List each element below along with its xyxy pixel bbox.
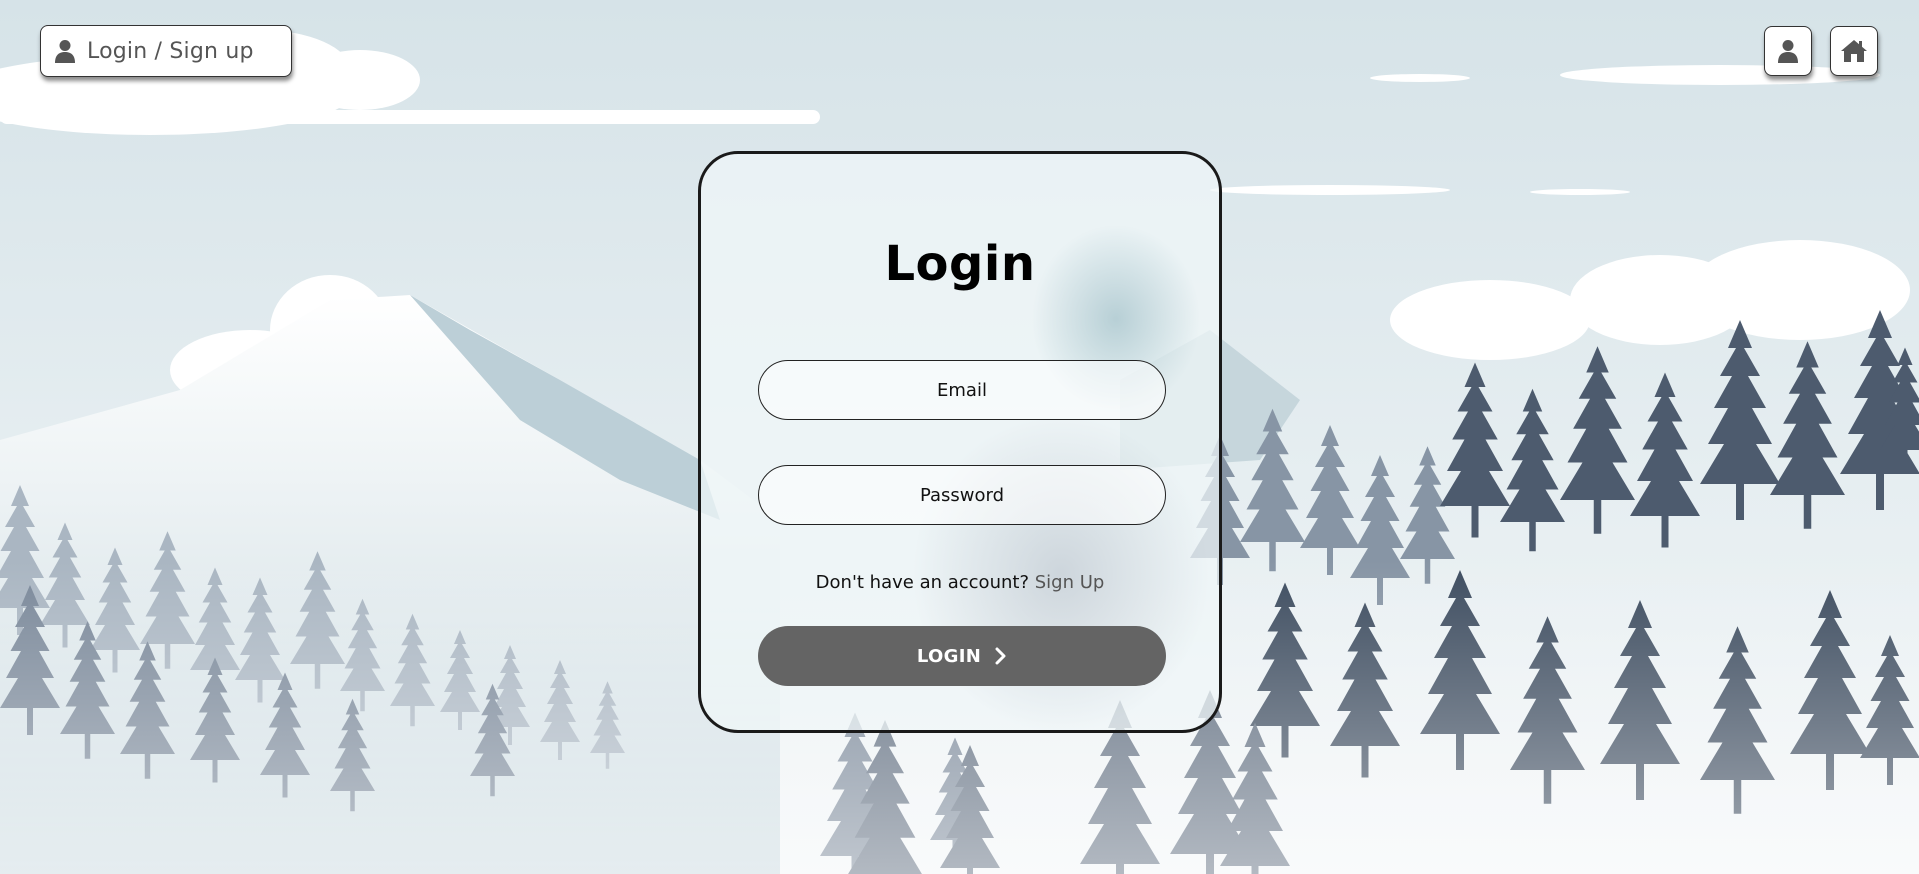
- signup-link[interactable]: Sign Up: [1035, 572, 1105, 593]
- login-button[interactable]: LOGIN: [758, 626, 1166, 686]
- signup-prompt-row: Don't have an account? Sign Up: [701, 572, 1219, 593]
- login-button-label: LOGIN: [916, 645, 982, 667]
- user-icon: [1778, 40, 1798, 63]
- login-signup-label: Login / Sign up: [87, 38, 254, 64]
- login-signup-button[interactable]: Login / Sign up: [40, 25, 292, 77]
- password-input[interactable]: [758, 465, 1166, 525]
- home-icon: [1841, 40, 1867, 62]
- chevron-right-icon: [995, 647, 1006, 665]
- login-title: Login: [884, 236, 1036, 292]
- signup-prompt-text: Don't have an account?: [815, 572, 1029, 593]
- login-card: Login Don't have an account? Sign Up LOG…: [698, 151, 1222, 733]
- email-input[interactable]: [758, 360, 1166, 420]
- home-button[interactable]: [1830, 26, 1878, 76]
- profile-button[interactable]: [1764, 26, 1812, 76]
- user-icon: [55, 40, 75, 63]
